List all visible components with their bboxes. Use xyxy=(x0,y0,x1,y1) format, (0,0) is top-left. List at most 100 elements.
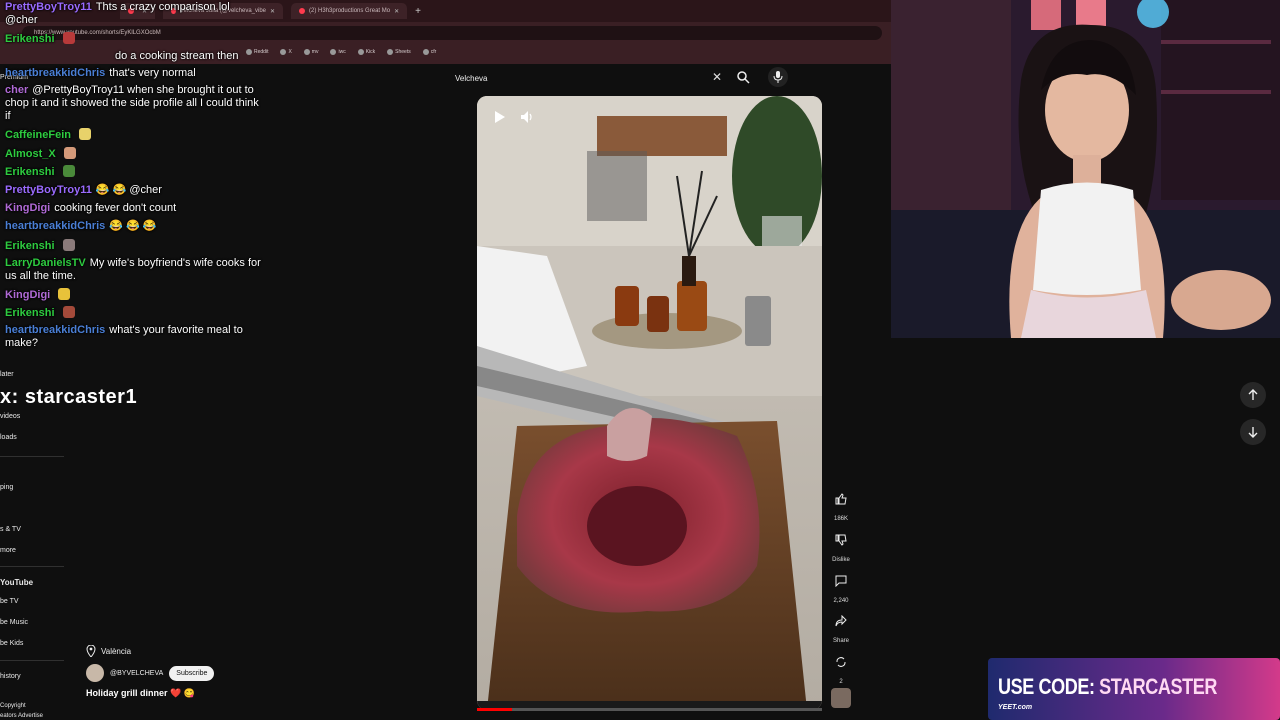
location-pin-icon xyxy=(86,645,96,657)
chat-message: do a cooking stream then xyxy=(115,50,375,63)
sidebar-item-youtube-tv[interactable]: be TV xyxy=(0,598,19,605)
chat-text: 😂 😂 😂 xyxy=(109,220,157,232)
location-label: València xyxy=(101,646,132,656)
sidebar-divider xyxy=(0,456,64,457)
thumbs-up-icon xyxy=(830,488,852,510)
social-handle-overlay: x: starcaster1 xyxy=(0,386,138,408)
chat-username: PrettyBoyTroy11 xyxy=(5,184,92,196)
sidebar-footer-link[interactable]: eators Advertise xyxy=(0,713,43,719)
chat-message: heartbreakkidChris what's your favorite m… xyxy=(5,324,267,350)
promo-brand: YEET.com xyxy=(998,704,1033,711)
emote-icon xyxy=(62,239,75,251)
chat-message: CaffeineFein xyxy=(5,128,265,142)
sidebar-item-youtube-music[interactable]: be Music xyxy=(0,619,28,626)
video-title: Holiday grill dinner ❤️ 😋 xyxy=(86,688,195,698)
chat-username: Almost_X xyxy=(5,148,56,160)
channel-name[interactable]: @BYVELCHEVA xyxy=(110,670,163,677)
chat-username: LarryDanielsTV xyxy=(5,257,86,269)
chat-username: PrettyBoyTroy11 xyxy=(5,1,92,13)
sidebar-item-shopping[interactable]: ping xyxy=(0,484,13,491)
search-input[interactable]: Velcheva xyxy=(445,67,755,89)
chat-username: heartbreakkidChris xyxy=(5,324,106,336)
comment-count: 2,240 xyxy=(833,598,849,604)
sidebar-divider xyxy=(0,660,64,661)
sidebar-item-youtube-kids[interactable]: be Kids xyxy=(0,640,23,647)
promo-code-text: USE CODE: STARCASTER xyxy=(998,674,1217,700)
previous-short-button[interactable] xyxy=(1240,382,1266,408)
bookmark-item[interactable]: cfr xyxy=(422,49,436,55)
close-icon[interactable]: ✕ xyxy=(712,70,722,84)
bookmark-icon xyxy=(422,49,429,55)
search-query: Velcheva xyxy=(455,73,488,83)
location-chip[interactable]: València xyxy=(86,642,131,660)
chat-username: CaffeineFein xyxy=(5,129,72,141)
emote-icon xyxy=(58,288,71,300)
chat-username: heartbreakkidChris xyxy=(5,67,106,79)
chat-message: heartbreakkidChris 😂 😂 😂 xyxy=(5,220,265,233)
sidebar-item-watch-later[interactable]: later xyxy=(0,371,14,378)
channel-thumbnail[interactable] xyxy=(831,688,851,708)
chat-username: Erikenshi xyxy=(5,33,55,45)
emote-icon xyxy=(79,128,92,140)
webcam-feed-image xyxy=(891,0,1280,338)
share-button[interactable]: Share xyxy=(828,610,854,644)
close-tab-icon[interactable]: ✕ xyxy=(394,8,399,15)
sidebar-item-show-more[interactable]: more xyxy=(0,547,16,554)
bookmark-item[interactable]: Sheets xyxy=(387,49,411,55)
chat-message: cher @PrettyBoyTroy11 when she brought it… xyxy=(5,84,267,123)
chat-message: LarryDanielsTV My wife's boyfriend's wife… xyxy=(5,257,267,283)
comment-icon xyxy=(830,570,852,592)
chat-message: KingDigi cooking fever don't count xyxy=(5,202,265,215)
sidebar-footer-link[interactable]: Copyright xyxy=(0,703,26,709)
like-count: 186K xyxy=(833,516,848,522)
remix-button[interactable]: 2 xyxy=(828,651,854,685)
promo-prefix: USE CODE: xyxy=(998,674,1095,699)
emote-icon xyxy=(62,165,75,177)
streamer-webcam xyxy=(891,0,1280,338)
play-icon[interactable] xyxy=(492,110,506,124)
arrow-down-icon xyxy=(1248,427,1258,438)
sidebar-item-your-videos[interactable]: videos xyxy=(0,413,20,420)
chat-message: PrettyBoyTroy11 Thts a crazy comparison l… xyxy=(5,1,265,27)
new-tab-button[interactable]: + xyxy=(415,6,421,17)
subscribe-button[interactable]: Subscribe xyxy=(169,665,215,681)
chat-text: do a cooking stream then xyxy=(115,50,239,62)
video-frame-image xyxy=(477,96,822,710)
chat-username: KingDigi xyxy=(5,289,51,301)
tab-label: (2) H3h3productions Great Mo xyxy=(309,8,391,14)
browser-tab[interactable]: (2) H3h3productions Great Mo ✕ xyxy=(291,3,408,19)
emote-icon xyxy=(62,306,75,318)
sidebar-item-downloads[interactable]: loads xyxy=(0,434,17,441)
search-icon[interactable] xyxy=(736,70,750,84)
arrow-up-icon xyxy=(1248,389,1258,400)
video-progress-bar[interactable] xyxy=(477,708,822,711)
promo-banner: USE CODE: STARCASTER YEET.com xyxy=(988,658,1280,720)
chat-text: that's very normal xyxy=(109,67,196,79)
chat-text: @PrettyBoyTroy11 when she brought it out… xyxy=(5,84,259,122)
avatar[interactable] xyxy=(86,664,104,682)
sidebar-item-tv[interactable]: s & TV xyxy=(0,526,21,533)
chat-text: cooking fever don't count xyxy=(54,202,177,214)
chat-username: Erikenshi xyxy=(5,166,55,178)
promo-code: STARCASTER xyxy=(1099,674,1218,699)
like-button[interactable]: 186K xyxy=(828,488,854,522)
share-label: Share xyxy=(832,638,849,644)
comments-button[interactable]: 2,240 xyxy=(828,570,854,604)
chat-username: cher xyxy=(5,84,29,96)
thumbs-down-icon xyxy=(830,529,852,551)
chat-message: PrettyBoyTroy11 😂 😂 @cher xyxy=(5,184,265,197)
chat-message: Erikenshi xyxy=(5,165,265,179)
next-short-button[interactable] xyxy=(1240,419,1266,445)
dislike-label: Dislike xyxy=(832,557,850,563)
volume-icon[interactable] xyxy=(520,110,534,124)
sidebar-item-history[interactable]: history xyxy=(0,673,21,680)
close-tab-icon[interactable]: ✕ xyxy=(270,8,275,15)
microphone-icon xyxy=(773,71,783,83)
chat-text: 😂 😂 @cher xyxy=(95,184,162,196)
video-player[interactable] xyxy=(477,96,822,710)
microphone-button[interactable] xyxy=(768,67,788,87)
chat-message: Erikenshi xyxy=(5,32,265,46)
video-progress-fill xyxy=(477,708,512,711)
emote-icon xyxy=(63,147,76,159)
dislike-button[interactable]: Dislike xyxy=(828,529,854,563)
